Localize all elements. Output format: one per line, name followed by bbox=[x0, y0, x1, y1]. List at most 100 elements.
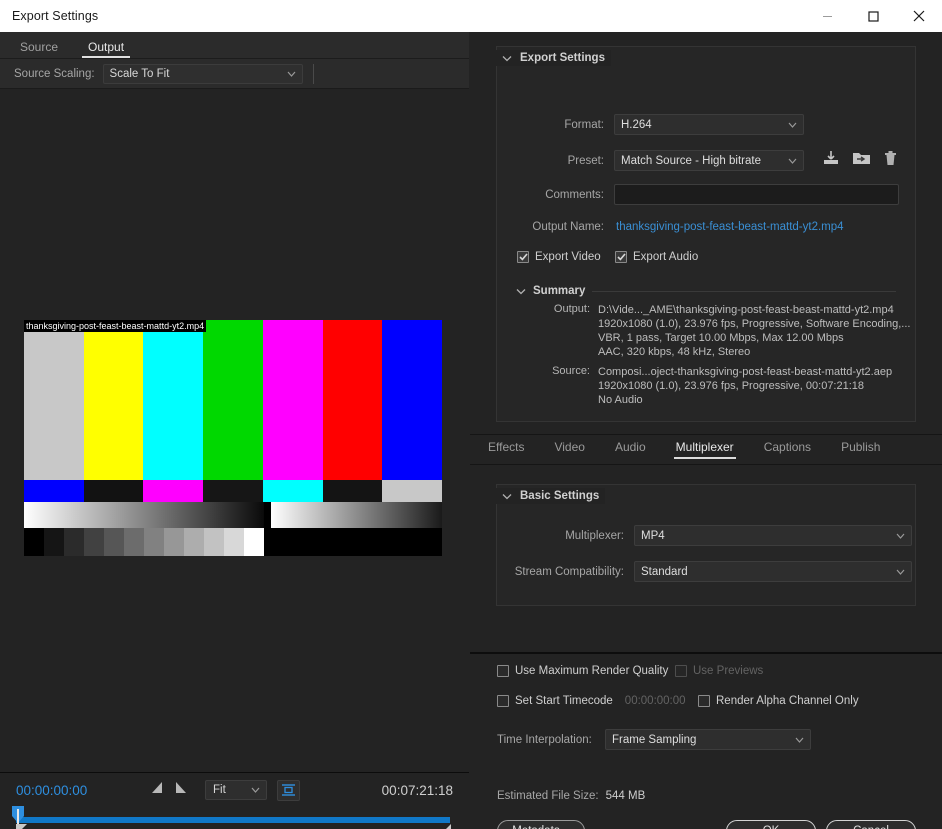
checkbox-box bbox=[675, 665, 687, 677]
max-render-quality-label: Use Maximum Render Quality bbox=[515, 665, 669, 677]
settings-pane: Export Settings Format: H.264 Preset: Ma… bbox=[470, 32, 942, 829]
output-name-row: Output Name: thanksgiving-post-feast-bea… bbox=[506, 221, 926, 233]
stream-compatibility-row: Stream Compatibility: Standard bbox=[506, 561, 916, 582]
collapse-chevron-icon[interactable] bbox=[502, 49, 512, 67]
step-wedge-cell-8 bbox=[184, 528, 204, 556]
scrub-bar-area[interactable] bbox=[0, 805, 469, 829]
metadata-button[interactable]: Metadata... bbox=[497, 820, 585, 829]
zoom-level-select[interactable]: Fit bbox=[205, 780, 267, 800]
bar-mid-magenta bbox=[143, 480, 204, 502]
tab-source[interactable]: Source bbox=[14, 41, 64, 58]
export-video-checkbox[interactable]: Export Video bbox=[517, 251, 601, 263]
maximize-button[interactable] bbox=[850, 0, 896, 32]
window-title: Export Settings bbox=[12, 9, 99, 23]
settings-tab-strip: Effects Video Audio Multiplexer Captions… bbox=[470, 434, 942, 465]
start-timecode-value[interactable]: 00:00:00:00 bbox=[625, 695, 686, 707]
fit-to-frame-button[interactable] bbox=[277, 779, 300, 801]
stream-compatibility-value: Standard bbox=[641, 565, 688, 578]
comments-input[interactable] bbox=[614, 184, 899, 205]
format-select[interactable]: H.264 bbox=[614, 114, 804, 135]
collapse-chevron-icon[interactable] bbox=[502, 487, 512, 505]
nav-buttons bbox=[150, 781, 188, 799]
chevron-down-icon bbox=[795, 734, 804, 746]
preset-select[interactable]: Match Source - High bitrate bbox=[614, 150, 804, 171]
summary-header[interactable]: Summary bbox=[516, 282, 896, 300]
minimize-button[interactable] bbox=[804, 0, 850, 32]
stream-compatibility-select[interactable]: Standard bbox=[634, 561, 912, 582]
bar-mid-cyan bbox=[262, 480, 323, 502]
export-audio-label: Export Audio bbox=[633, 251, 699, 263]
bar-mid-black2 bbox=[203, 480, 263, 502]
use-previews-checkbox: Use Previews bbox=[675, 665, 763, 677]
current-timecode[interactable]: 00:00:00:00 bbox=[16, 783, 87, 798]
multiplexer-label: Multiplexer: bbox=[565, 529, 624, 542]
output-name-link[interactable]: thanksgiving-post-feast-beast-mattd-yt2.… bbox=[616, 221, 844, 233]
close-button[interactable] bbox=[896, 0, 942, 32]
multiplexer-row: Multiplexer: MP4 bbox=[506, 525, 916, 546]
checkbox-box bbox=[698, 695, 710, 707]
source-scaling-row: Source Scaling: Scale To Fit bbox=[0, 59, 469, 89]
step-wedge-cell-2 bbox=[64, 528, 84, 556]
summary-source-line-0: Composi...oject-thanksgiving-post-feast-… bbox=[598, 366, 893, 378]
step-wedge-cell-1 bbox=[44, 528, 64, 556]
summary-title: Summary bbox=[533, 285, 586, 297]
import-preset-button[interactable] bbox=[852, 149, 871, 172]
set-start-timecode-checkbox[interactable]: Set Start Timecode 00:00:00:00 bbox=[497, 695, 686, 707]
delete-preset-button[interactable] bbox=[883, 149, 898, 172]
preset-value: Match Source - High bitrate bbox=[621, 154, 761, 167]
bar-mid-white bbox=[382, 480, 443, 502]
step-back-icon bbox=[152, 782, 162, 793]
bar-yellow bbox=[83, 320, 144, 480]
tab-publish[interactable]: Publish bbox=[841, 441, 880, 458]
step-forward-icon bbox=[176, 782, 186, 793]
format-row: Format: H.264 bbox=[506, 114, 906, 135]
estimated-file-size-label: Estimated File Size: bbox=[497, 790, 599, 802]
chevron-down-icon bbox=[788, 119, 797, 131]
step-back-button[interactable] bbox=[150, 781, 164, 799]
basic-settings-header[interactable]: Basic Settings bbox=[496, 487, 606, 505]
comments-label: Comments: bbox=[545, 188, 604, 201]
checkbox-box bbox=[615, 251, 627, 263]
cancel-button[interactable]: Cancel bbox=[826, 820, 916, 829]
bar-mid-blue bbox=[24, 480, 84, 502]
set-start-timecode-label: Set Start Timecode bbox=[515, 695, 613, 707]
multiplexer-select[interactable]: MP4 bbox=[634, 525, 912, 546]
checkbox-box bbox=[517, 251, 529, 263]
summary-source-line-2: No Audio bbox=[598, 394, 643, 406]
tab-audio[interactable]: Audio bbox=[615, 441, 646, 458]
step-wedge-cell-7 bbox=[164, 528, 184, 556]
work-area-end-marker[interactable] bbox=[440, 823, 452, 829]
color-bars-gradient-row bbox=[24, 502, 442, 528]
tab-video[interactable]: Video bbox=[554, 441, 584, 458]
ok-button[interactable]: OK bbox=[726, 820, 816, 829]
chevron-down-icon bbox=[287, 68, 296, 80]
toolbar-divider bbox=[312, 63, 314, 84]
save-preset-icon bbox=[824, 151, 838, 164]
step-wedge-cell-9 bbox=[204, 528, 224, 556]
render-alpha-only-checkbox[interactable]: Render Alpha Channel Only bbox=[698, 695, 859, 707]
preview-canvas[interactable]: thanksgiving-post-feast-beast-mattd-yt2.… bbox=[0, 89, 469, 772]
max-render-quality-checkbox[interactable]: Use Maximum Render Quality bbox=[497, 665, 668, 677]
source-scaling-select[interactable]: Scale To Fit bbox=[102, 63, 303, 84]
scrub-progress[interactable] bbox=[16, 817, 450, 823]
save-preset-button[interactable] bbox=[822, 149, 840, 172]
work-area-start-marker[interactable] bbox=[16, 823, 28, 829]
maximize-icon bbox=[867, 10, 879, 22]
fit-to-frame-icon bbox=[282, 784, 295, 796]
multiplexer-value: MP4 bbox=[641, 529, 665, 542]
export-settings-header[interactable]: Export Settings bbox=[496, 50, 611, 66]
step-forward-button[interactable] bbox=[174, 781, 188, 799]
collapse-chevron-icon[interactable] bbox=[516, 282, 526, 300]
export-audio-checkbox[interactable]: Export Audio bbox=[615, 251, 698, 263]
chevron-down-icon bbox=[896, 530, 905, 542]
step-wedge-cell-0 bbox=[24, 528, 44, 556]
bar-mid-black1 bbox=[83, 480, 144, 502]
tab-output[interactable]: Output bbox=[82, 41, 131, 58]
time-interpolation-select[interactable]: Frame Sampling bbox=[605, 729, 811, 750]
step-wedge-cell-5 bbox=[124, 528, 144, 556]
check-icon bbox=[518, 253, 528, 261]
tab-multiplexer[interactable]: Multiplexer bbox=[673, 441, 736, 459]
tab-effects[interactable]: Effects bbox=[488, 441, 524, 458]
gradient-right bbox=[271, 502, 442, 528]
tab-captions[interactable]: Captions bbox=[764, 441, 811, 458]
